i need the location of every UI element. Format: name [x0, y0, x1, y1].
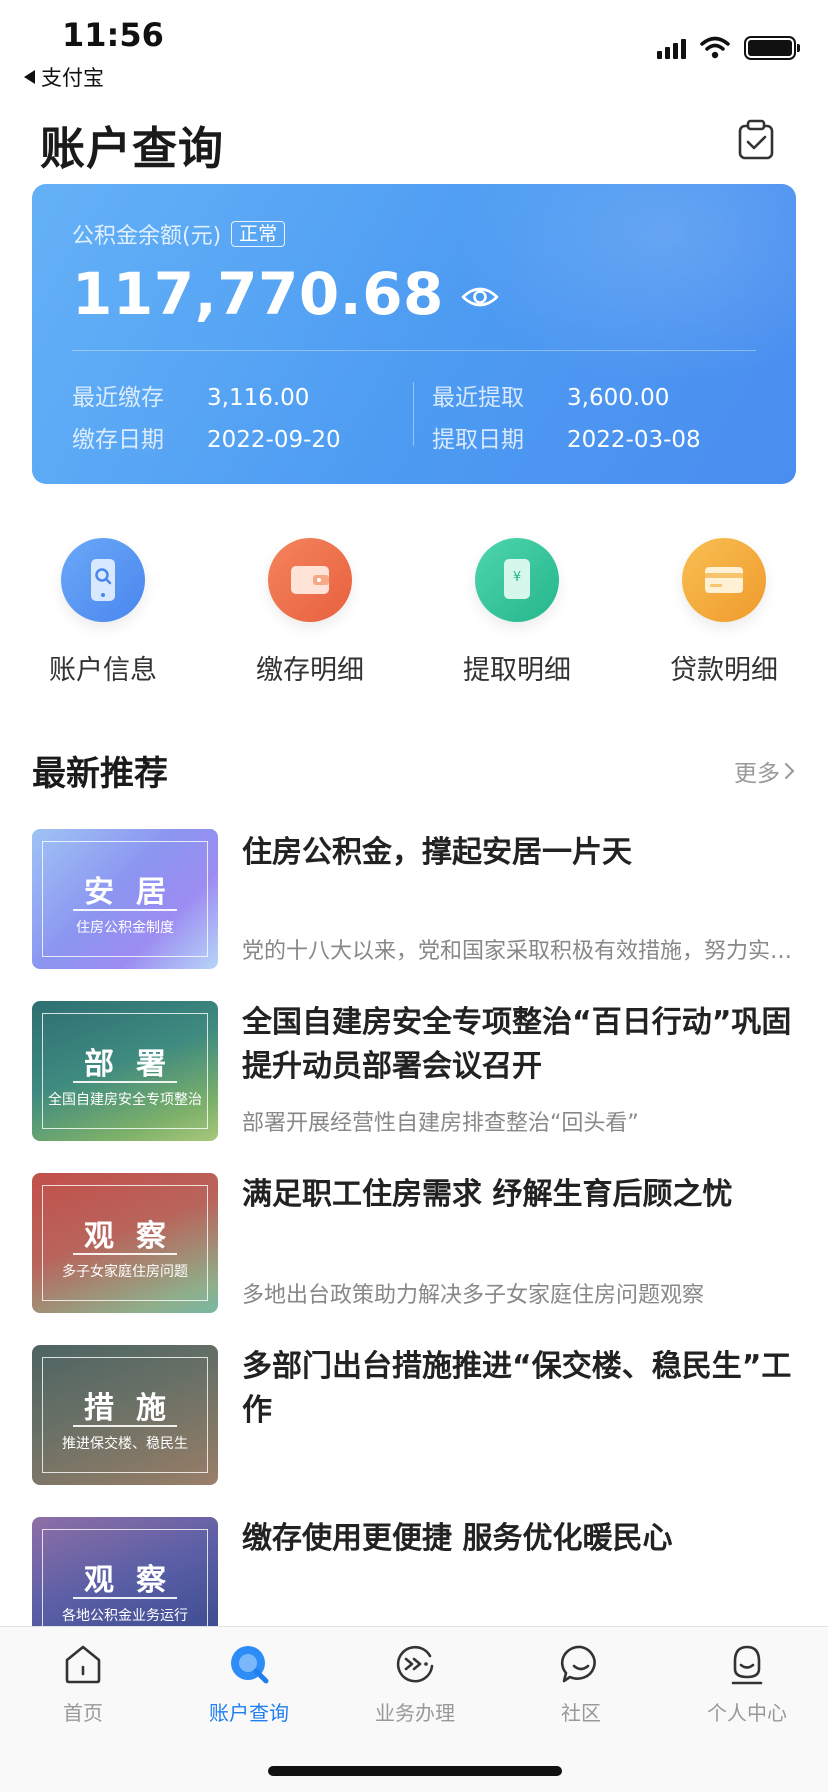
thumbnail-subtitle: 各地公积金业务运行	[62, 1608, 188, 1624]
tab-community[interactable]: 社区	[498, 1641, 664, 1726]
deposit-date-value: 2022-09-20	[207, 427, 341, 453]
news-description: 部署开展经营性自建房排查整治“回头看”	[242, 1111, 639, 1136]
withdraw-date-value: 2022-03-08	[567, 427, 701, 453]
tab-label: 业务办理	[375, 1701, 455, 1725]
wifi-icon	[700, 36, 730, 59]
home-indicator[interactable]	[268, 1766, 562, 1776]
quick-action-loan-detail[interactable]: 贷款明细	[624, 538, 824, 687]
news-title: 满足职工住房需求 纾解生育后顾之忧	[242, 1177, 733, 1212]
quick-action-label: 贷款明细	[670, 655, 778, 686]
quick-action-label: 缴存明细	[256, 655, 364, 686]
thumbnail-subtitle: 多子女家庭住房问题	[62, 1264, 188, 1280]
home-icon	[65, 1645, 101, 1684]
news-thumbnail: 部署 全国自建房安全专项整治	[32, 1001, 218, 1141]
thumbnail-subtitle: 推进保交楼、稳民生	[62, 1436, 188, 1452]
back-arrow-icon	[24, 70, 35, 84]
quick-action-label: 账户信息	[49, 655, 157, 686]
recent-withdraw-label: 最近提取	[432, 385, 524, 411]
news-item[interactable]: 措施 推进保交楼、稳民生 多部门出台措施推进“保交楼、稳民生”工作	[32, 1345, 796, 1485]
withdraw-date: 提取日期 2022-03-08	[432, 420, 701, 454]
svg-text:¥: ¥	[513, 570, 521, 585]
thumbnail-subtitle: 全国自建房安全专项整治	[48, 1092, 202, 1108]
balance-label: 公积金余额(元)	[72, 224, 222, 249]
tab-profile[interactable]: 个人中心	[664, 1641, 828, 1726]
yuan-note-icon: ¥	[475, 538, 559, 622]
news-description: 党的十八大以来，党和国家采取积极有效措施，努力实现全体人民住有所居	[242, 939, 796, 964]
phone-search-icon	[61, 538, 145, 622]
back-app-label: 支付宝	[41, 66, 104, 90]
recent-withdraw-value: 3,600.00	[567, 385, 670, 411]
status-time: 11:56	[62, 16, 164, 54]
chevron-right-icon	[785, 763, 795, 779]
quick-action-deposit-detail[interactable]: 缴存明细	[210, 538, 410, 687]
quick-action-label: 提取明细	[463, 655, 571, 686]
thumbnail-title: 安居	[84, 875, 188, 910]
news-title: 全国自建房安全专项整治“百日行动”巩固提升动员部署会议召开	[242, 1005, 792, 1084]
search-bubble-icon	[231, 1646, 269, 1684]
tab-label: 账户查询	[209, 1701, 289, 1725]
battery-icon	[744, 36, 800, 60]
person-icon	[731, 1645, 763, 1685]
news-thumbnail: 安居 住房公积金制度	[32, 829, 218, 969]
service-arrows-icon	[396, 1645, 434, 1683]
card-divider	[72, 350, 756, 351]
tab-business[interactable]: 业务办理	[332, 1641, 498, 1726]
balance-card: 公积金余额(元) 正常 117,770.68 最近缴存 3,116.00 缴存日期…	[32, 184, 796, 484]
card-vertical-divider	[413, 382, 414, 446]
eye-icon[interactable]	[460, 277, 500, 317]
chat-bubble-icon	[560, 1645, 596, 1683]
recent-deposit-value: 3,116.00	[207, 385, 310, 411]
news-item[interactable]: 观察 多子女家庭住房问题 满足职工住房需求 纾解生育后顾之忧 多地出台政策助力解…	[32, 1173, 796, 1313]
recent-deposit-label: 最近缴存	[72, 385, 164, 411]
news-thumbnail: 观察 多子女家庭住房问题	[32, 1173, 218, 1313]
news-title: 住房公积金，撑起安居一片天	[242, 835, 632, 870]
system-icons	[657, 36, 800, 60]
thumbnail-title: 措施	[84, 1391, 188, 1426]
thumbnail-title: 观察	[84, 1219, 188, 1254]
news-item[interactable]: 部署 全国自建房安全专项整治 全国自建房安全专项整治“百日行动”巩固提升动员部署…	[32, 1001, 796, 1141]
tab-account-query[interactable]: 账户查询	[166, 1641, 332, 1726]
withdraw-date-label: 提取日期	[432, 427, 524, 453]
recommend-section-title: 最新推荐	[32, 754, 168, 794]
page-title: 账户查询	[40, 122, 225, 175]
balance-amount: 117,770.68	[72, 260, 444, 328]
clipboard-check-icon[interactable]	[734, 118, 778, 162]
status-bar: 11:56 支付宝	[0, 0, 828, 92]
thumbnail-subtitle: 住房公积金制度	[76, 920, 174, 936]
tab-label: 社区	[561, 1701, 601, 1725]
deposit-date: 缴存日期 2022-09-20	[72, 420, 341, 454]
quick-action-withdraw-detail[interactable]: ¥ 提取明细	[417, 538, 617, 687]
card-icon	[682, 538, 766, 622]
tab-label: 个人中心	[707, 1701, 787, 1725]
news-title: 多部门出台措施推进“保交楼、稳民生”工作	[242, 1349, 792, 1428]
news-item[interactable]: 安居 住房公积金制度 住房公积金，撑起安居一片天 党的十八大以来，党和国家采取积…	[32, 829, 796, 969]
tab-home[interactable]: 首页	[0, 1641, 166, 1726]
quick-action-account-info[interactable]: 账户信息	[3, 538, 203, 687]
tab-label: 首页	[63, 1701, 103, 1725]
news-thumbnail: 措施 推进保交楼、稳民生	[32, 1345, 218, 1485]
cellular-signal-icon	[657, 37, 686, 59]
more-link[interactable]: 更多	[734, 754, 796, 788]
thumbnail-title: 部署	[84, 1047, 188, 1082]
news-title: 缴存使用更便捷 服务优化暖民心	[242, 1521, 673, 1556]
quick-actions: 账户信息 缴存明细 ¥ 提取明细 贷款明细	[0, 538, 828, 688]
news-description: 多地出台政策助力解决多子女家庭住房问题观察	[242, 1283, 705, 1308]
wallet-icon	[268, 538, 352, 622]
more-link-label: 更多	[734, 761, 780, 787]
back-to-app-link[interactable]: 支付宝	[24, 62, 104, 92]
deposit-date-label: 缴存日期	[72, 427, 164, 453]
recent-withdraw: 最近提取 3,600.00	[432, 378, 669, 412]
recent-deposit: 最近缴存 3,116.00	[72, 378, 309, 412]
status-badge: 正常	[231, 221, 286, 247]
thumbnail-title: 观察	[84, 1563, 188, 1598]
